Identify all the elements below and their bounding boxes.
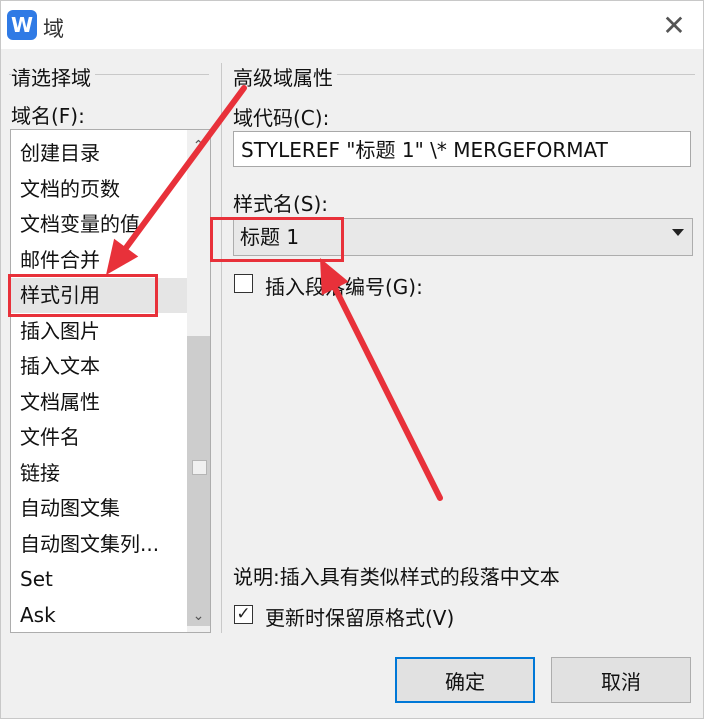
field-list-item[interactable]: 自动图文集列...: [11, 527, 188, 562]
scroll-thumb[interactable]: [187, 336, 210, 626]
field-code-label: 域代码(C):: [233, 106, 330, 130]
scroll-down-icon[interactable]: ⌄: [187, 604, 210, 628]
preserve-format-label: 更新时保留原格式(V): [265, 606, 455, 630]
style-name-label: 样式名(S):: [233, 192, 329, 216]
field-list-item[interactable]: 文档属性: [11, 385, 188, 420]
field-name-label: 域名(F):: [11, 104, 85, 128]
dialog-title: 域: [43, 17, 64, 41]
field-list-item[interactable]: Ask: [11, 598, 188, 633]
cancel-button[interactable]: 取消: [551, 657, 691, 703]
style-highlight-box: [210, 217, 344, 262]
wps-logo-icon: W: [7, 10, 37, 40]
field-name-list[interactable]: 创建目录 文档的页数 文档变量的值 邮件合并 样式引用 插入图片 插入文本 文档属性 文件名 链接…: [10, 129, 211, 633]
field-list-item[interactable]: 文档变量的值: [11, 207, 188, 242]
close-button[interactable]: ✕: [651, 7, 697, 43]
field-list-item[interactable]: 插入文本: [11, 349, 188, 384]
insert-paragraph-checkbox[interactable]: [234, 274, 253, 293]
field-list-item[interactable]: Set: [11, 562, 188, 597]
left-group-title: 请选择域: [11, 62, 95, 91]
scroll-up-icon[interactable]: ⌃: [187, 134, 210, 158]
ok-button[interactable]: 确定: [395, 657, 535, 703]
scroll-grip-icon: [192, 460, 207, 475]
field-list-item[interactable]: 链接: [11, 456, 188, 491]
right-group-title: 高级域属性: [233, 62, 337, 91]
insert-paragraph-label: 插入段落编号(G):: [265, 275, 423, 299]
title-bar: W 域 ✕: [1, 1, 703, 49]
list-scrollbar[interactable]: ⌃ ⌄: [187, 130, 210, 632]
group-divider: [221, 63, 222, 633]
field-list-item[interactable]: 自动图文集: [11, 491, 188, 526]
field-code-input[interactable]: STYLEREF "标题 1" \* MERGEFORMAT: [233, 131, 691, 167]
description-text: 说明:插入具有类似样式的段落中文本: [233, 565, 560, 589]
list-highlight-box: [8, 274, 158, 317]
field-list-item[interactable]: 插入图片: [11, 314, 188, 349]
field-list-item[interactable]: 创建目录: [11, 136, 188, 171]
field-list-item[interactable]: 文档的页数: [11, 172, 188, 207]
field-list-item[interactable]: 文件名: [11, 420, 188, 455]
field-list-item[interactable]: 邮件合并: [11, 243, 188, 278]
preserve-format-checkbox[interactable]: ✓: [234, 605, 253, 624]
dropdown-arrow-icon[interactable]: [672, 229, 684, 236]
field-dialog: W 域 ✕ 请选择域 域名(F): 创建目录 文档的页数 文档变量的值 邮件合并 样式引…: [0, 0, 704, 719]
